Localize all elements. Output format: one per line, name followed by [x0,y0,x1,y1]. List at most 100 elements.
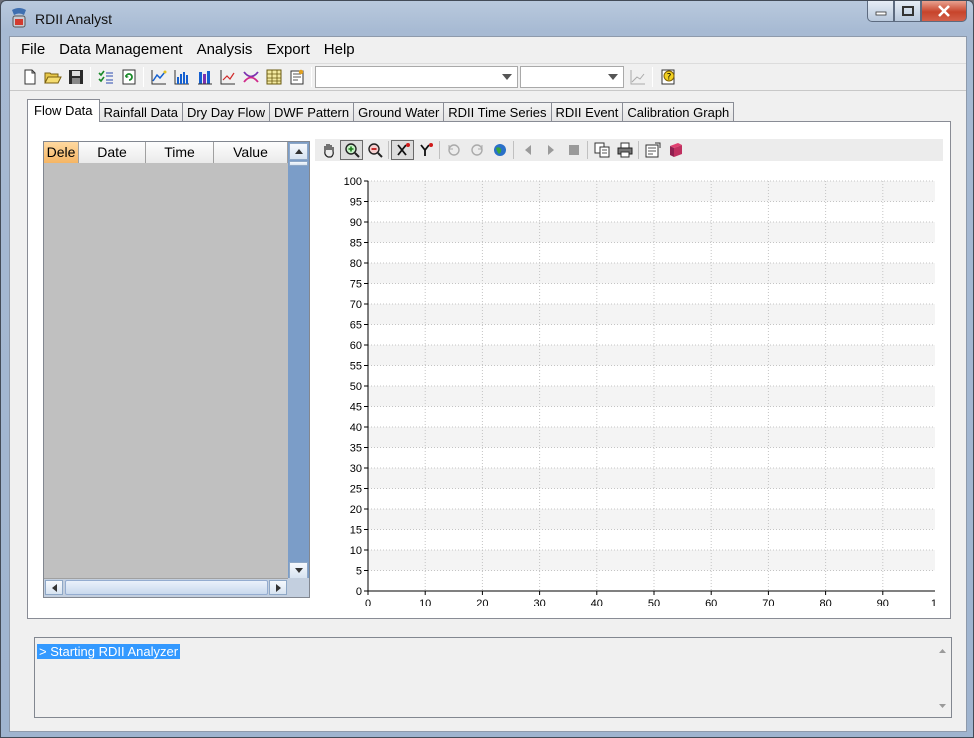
zoom-in-icon [344,143,360,158]
save-button[interactable] [64,66,87,88]
tab-rdii-time-series[interactable]: RDII Time Series [443,102,552,122]
grid-vertical-scrollbar[interactable] [288,142,309,580]
tab-dwf-pattern[interactable]: DWF Pattern [268,102,355,122]
column-header-date[interactable]: Date [79,142,146,163]
redo-zoom-button[interactable] [465,140,488,160]
x-tick-label: 40 [591,598,603,606]
menu-help[interactable]: Help [317,37,362,63]
scatter-chart-icon [220,70,235,85]
title-bar[interactable]: RDII Analyst [1,1,973,35]
scatter-chart-button[interactable] [216,66,239,88]
print-button[interactable] [613,140,636,160]
tab-rdii-event[interactable]: RDII Event [550,102,624,122]
menu-analysis[interactable]: Analysis [190,37,260,63]
toolbar-separator [513,141,514,159]
chevron-right-icon [275,583,281,592]
help-icon: ? [661,69,674,85]
tab-calibration-graph[interactable]: Calibration Graph [622,102,735,122]
tab-rainfall-data[interactable]: Rainfall Data [98,102,183,122]
new-file-icon [24,69,35,85]
chevron-down-icon[interactable] [499,69,515,85]
previous-button[interactable] [516,140,539,160]
stop-button[interactable] [562,140,585,160]
checklist-icon [97,70,113,84]
plot-band [368,345,935,366]
scroll-down-button[interactable] [289,562,308,579]
plot-band [368,427,935,448]
next-button[interactable] [539,140,562,160]
scroll-thumb[interactable] [289,161,308,166]
y-tick-label: 75 [350,279,362,291]
scroll-left-button[interactable] [45,580,63,595]
chevron-down-icon [294,568,303,573]
menu-data-management[interactable]: Data Management [52,37,189,63]
chevron-left-icon [51,583,57,592]
y-axis-button[interactable] [414,140,437,160]
checklist-button[interactable] [94,66,117,88]
y-tick-label: 55 [350,361,362,373]
pan-button[interactable] [317,140,340,160]
secondary-select[interactable] [520,66,624,88]
open-folder-icon [43,72,62,84]
bar-chart-button[interactable] [170,66,193,88]
graph-button[interactable] [626,66,649,88]
help-book-button[interactable] [664,140,687,160]
log-panel[interactable]: > Starting RDII Analyzer [34,637,952,718]
redo-zoom-icon [470,144,483,156]
close-button[interactable] [921,1,967,22]
column-header-time[interactable]: Time [146,142,214,163]
tab-flow-data[interactable]: Flow Data [27,99,100,122]
y-tick-label: 25 [350,484,362,496]
x-tick-label: 10 [419,598,431,606]
grid-horizontal-scrollbar[interactable] [44,578,288,597]
horizontal-scroll-thumb[interactable] [65,580,268,595]
line-chart-button[interactable] [147,66,170,88]
refresh-button[interactable] [117,66,140,88]
y-tick-label: 35 [350,443,362,455]
multi-bar-chart-button[interactable] [193,66,216,88]
tab-dry-day-flow[interactable]: Dry Day Flow [181,102,270,122]
flow-chart[interactable]: 0 5 10 15 20 25 30 35 40 45 50 55 60 65 70 75 80 85 90 95 10… [315,166,935,606]
minimize-button[interactable] [867,1,894,22]
table-icon [266,69,281,85]
compare-button[interactable] [239,66,262,88]
properties-icon [645,142,660,158]
next-icon [547,145,554,155]
x-axis-button[interactable] [391,140,414,160]
menu-file[interactable]: File [14,37,52,63]
scroll-up-button[interactable] [289,143,308,160]
globe-button[interactable] [488,140,511,160]
menu-export[interactable]: Export [259,37,316,63]
open-folder-button[interactable] [41,66,64,88]
chevron-down-icon[interactable] [605,69,621,85]
zoom-in-button[interactable] [340,140,363,160]
maximize-button[interactable] [894,1,921,22]
column-header-delete[interactable]: Dele [44,142,79,163]
toolbar-separator [638,141,639,159]
table-button[interactable] [262,66,285,88]
new-file-button[interactable] [18,66,41,88]
y-tick-label: 5 [356,566,362,578]
copy-button[interactable] [590,140,613,160]
grid-header: Dele Date Time Value [44,142,288,163]
report-button[interactable] [285,66,308,88]
minimize-icon [875,11,886,16]
y-tick-label: 100 [344,176,362,188]
primary-select[interactable] [315,66,518,88]
log-scrollbar[interactable] [934,638,951,717]
zoom-out-button[interactable] [363,140,386,160]
help-book-icon [669,143,682,157]
undo-zoom-button[interactable] [442,140,465,160]
plot-band [368,509,935,530]
y-tick-label: 50 [350,381,362,393]
properties-button[interactable] [641,140,664,160]
column-header-value[interactable]: Value [214,142,288,163]
y-tick-label: 45 [350,402,362,414]
flow-data-grid[interactable]: Dele Date Time Value [43,141,310,598]
help-button[interactable]: ? [656,66,679,88]
x-tick-label: 80 [819,598,831,606]
x-tick-label: 60 [705,598,717,606]
scroll-right-button[interactable] [269,580,287,595]
tab-ground-water[interactable]: Ground Water [353,102,445,122]
window-title: RDII Analyst [35,11,113,27]
